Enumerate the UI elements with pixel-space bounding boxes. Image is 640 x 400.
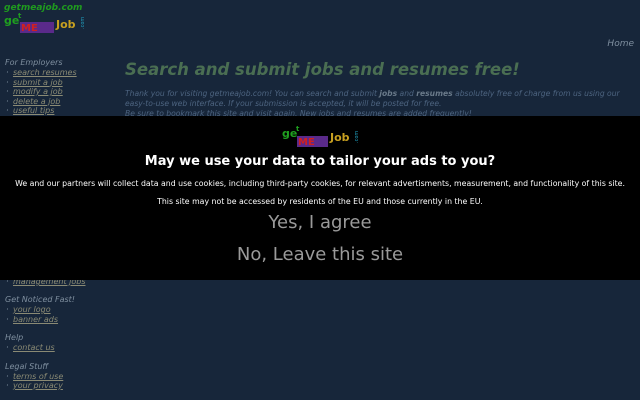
help-menu: contact us bbox=[5, 343, 115, 353]
main-content: Search and submit jobs and resumes free!… bbox=[125, 60, 635, 119]
leave-site-button[interactable]: No, Leave this site bbox=[0, 244, 640, 265]
employers-menu: search resumes submit a job modify a job… bbox=[5, 68, 115, 116]
help-section-title: Help bbox=[5, 333, 24, 342]
consent-description: We and our partners will collect data an… bbox=[15, 179, 625, 188]
page-headline: Search and submit jobs and resumes free! bbox=[125, 60, 520, 79]
noticed-section-title: Get Noticed Fast! bbox=[5, 295, 75, 304]
intro-text: Thank you for visiting getmeajob.com! Yo… bbox=[125, 89, 635, 119]
intro-text-part: Thank you for visiting getmeajob.com! Yo… bbox=[125, 89, 380, 98]
menu-item: your logo bbox=[5, 305, 115, 315]
sidebar-lower: Get Noticed Fast! your logo banner ads H… bbox=[5, 295, 115, 391]
consent-eu-note: This site may not be accessed by residen… bbox=[157, 197, 483, 206]
noticed-menu: your logo banner ads bbox=[5, 305, 115, 324]
agree-button[interactable]: Yes, I agree bbox=[0, 212, 640, 233]
svg-text:Job: Job bbox=[55, 18, 76, 31]
useful-tips-link[interactable]: useful tips bbox=[13, 106, 54, 115]
consent-logo: ge t ME Job .com bbox=[282, 126, 360, 148]
svg-text:t: t bbox=[18, 13, 22, 20]
svg-text:.com: .com bbox=[80, 17, 86, 29]
svg-text:ME: ME bbox=[21, 23, 38, 33]
consent-title: May we use your data to tailor your ads … bbox=[144, 154, 496, 169]
contact-us-link[interactable]: contact us bbox=[13, 343, 55, 352]
delete-job-link[interactable]: delete a job bbox=[13, 97, 60, 106]
svg-text:Job: Job bbox=[329, 131, 350, 144]
submit-job-link[interactable]: submit a job bbox=[13, 78, 63, 87]
menu-item: useful tips bbox=[5, 106, 115, 116]
legal-section-title: Legal Stuff bbox=[5, 361, 49, 371]
terms-of-use-link[interactable]: terms of use bbox=[13, 372, 63, 381]
banner-ads-link[interactable]: banner ads bbox=[13, 315, 58, 324]
svg-text:t: t bbox=[296, 126, 300, 133]
site-logo[interactable]: ge t ME Job .com bbox=[4, 13, 88, 33]
employers-section-title: For Employers bbox=[5, 58, 63, 67]
search-resumes-link[interactable]: search resumes bbox=[13, 68, 77, 77]
home-link[interactable]: Home bbox=[607, 39, 634, 49]
modify-job-link[interactable]: modify a job bbox=[13, 87, 63, 96]
menu-item: modify a job bbox=[5, 87, 115, 97]
svg-text:.com: .com bbox=[354, 131, 360, 143]
legal-menu: terms of use your privacy bbox=[5, 372, 115, 391]
menu-item: search resumes bbox=[5, 68, 115, 78]
consent-dialog: ge t ME Job .com May we use your data to… bbox=[0, 116, 640, 280]
menu-item: terms of use bbox=[5, 372, 115, 382]
menu-item: submit a job bbox=[5, 78, 115, 88]
menu-item: contact us bbox=[5, 343, 115, 353]
your-logo-link[interactable]: your logo bbox=[13, 305, 51, 314]
menu-item: your privacy bbox=[5, 381, 115, 391]
site-name-text: getmeajob.com bbox=[4, 3, 83, 13]
intro-bold-jobs: jobs bbox=[379, 89, 398, 98]
your-privacy-link[interactable]: your privacy bbox=[13, 381, 63, 390]
menu-item: delete a job bbox=[5, 97, 115, 107]
menu-item: banner ads bbox=[5, 315, 115, 325]
intro-bold-resumes: resumes bbox=[416, 89, 453, 98]
sidebar: For Employers search resumes submit a jo… bbox=[5, 58, 115, 390]
svg-text:ME: ME bbox=[298, 137, 315, 148]
intro-text-part: and bbox=[397, 89, 417, 98]
